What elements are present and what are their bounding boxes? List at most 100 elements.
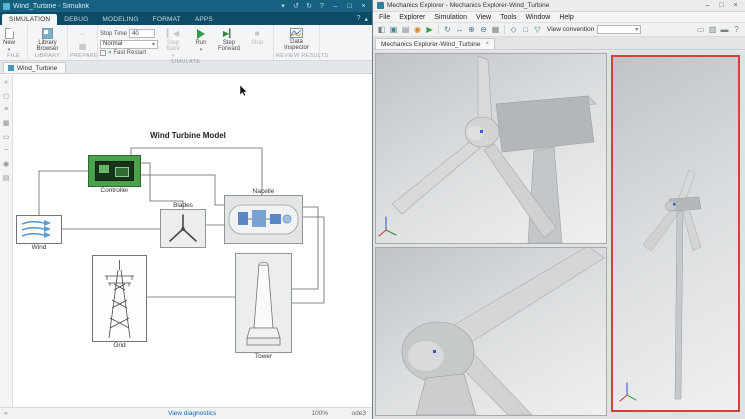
- tab-format[interactable]: FORMAT: [146, 14, 188, 26]
- viewport-pane-front[interactable]: [375, 53, 607, 244]
- step-forward-button[interactable]: ▶▎ Step Forward: [216, 27, 242, 52]
- explorer-toolbar: ◧ ▣ ▤ ◉ ▶ ↻ ↔ ⊕ ⊖ ▦ ◇ □ ▽ View conventio…: [373, 23, 745, 37]
- block-wind[interactable]: Wind: [16, 215, 62, 244]
- play-icon[interactable]: ▶: [424, 23, 435, 36]
- collapse-browser-icon[interactable]: «: [4, 79, 8, 86]
- model-icon: [8, 65, 14, 71]
- zoom-tool-icon[interactable]: ◻: [3, 92, 9, 100]
- menu-file[interactable]: File: [379, 14, 390, 21]
- axis-triad: [379, 217, 396, 236]
- library-browser-button[interactable]: Library Browser: [30, 27, 65, 52]
- group-label-review-results: REVIEW RESULTS: [276, 53, 317, 60]
- status-collapse-icon[interactable]: «: [4, 410, 8, 417]
- step-forward-label: Step Forward: [216, 40, 242, 52]
- minimize-button[interactable]: –: [330, 3, 341, 10]
- undo-icon[interactable]: ↺: [291, 2, 301, 10]
- image-tool-icon[interactable]: ▦: [3, 119, 10, 127]
- viewer-help-icon[interactable]: ?: [731, 23, 742, 36]
- stop-button[interactable]: ■ Stop: [244, 27, 270, 46]
- model-canvas[interactable]: Wind Turbine Model Controller Blades: [13, 75, 372, 407]
- viewport-3d: [373, 51, 745, 419]
- viewport-pane-closeup[interactable]: [375, 247, 607, 416]
- ribbon-group-review: Data Inspector REVIEW RESULTS: [274, 25, 320, 60]
- top-view-icon[interactable]: ▽: [532, 23, 543, 36]
- block-controller[interactable]: Controller: [88, 155, 141, 187]
- minimize-button[interactable]: –: [702, 2, 713, 9]
- zoom-out-icon[interactable]: ⊖: [478, 23, 489, 36]
- camera-icon[interactable]: ◉: [412, 23, 423, 36]
- area-tool-icon[interactable]: ▭: [3, 133, 10, 141]
- close-button[interactable]: ×: [358, 3, 369, 10]
- explorer-panel-icon[interactable]: ◧: [376, 23, 387, 36]
- simulink-window: Wind_Turbine - Simulink ▾ ↺ ↻ ? – □ × SI…: [0, 0, 372, 419]
- block-label: Tower: [236, 353, 291, 360]
- print-icon[interactable]: ▤: [400, 23, 411, 36]
- tab-simulation[interactable]: SIMULATION: [2, 14, 57, 26]
- viewport-pane-side-selected[interactable]: [611, 55, 740, 412]
- menu-view[interactable]: View: [476, 14, 491, 21]
- solver-name[interactable]: ode3: [352, 410, 366, 417]
- signal-tool-icon[interactable]: ~: [4, 147, 8, 154]
- menu-explorer[interactable]: Explorer: [399, 14, 425, 21]
- search-icon[interactable]: ?: [357, 15, 361, 23]
- annotation-tool-icon[interactable]: ≡: [4, 106, 8, 113]
- split-pane-layout-icon[interactable]: ▬: [719, 23, 730, 36]
- step-back-button[interactable]: ▎◀ Step Back ▾: [160, 27, 186, 59]
- zoom-in-icon[interactable]: ⊕: [466, 23, 477, 36]
- quad-pane-layout-icon[interactable]: ▥: [707, 23, 718, 36]
- menu-tools[interactable]: Tools: [500, 14, 516, 21]
- viewer-tool-icon[interactable]: ◉: [3, 160, 9, 168]
- tab-debug[interactable]: DEBUG: [57, 14, 95, 26]
- single-pane-layout-icon[interactable]: ▭: [695, 23, 706, 36]
- block-blades[interactable]: Blades: [160, 209, 206, 248]
- group-label-library: LIBRARY: [30, 53, 65, 60]
- view-diagnostics-link[interactable]: View diagnostics: [168, 410, 216, 417]
- wind-arrows-icon: [17, 216, 61, 243]
- signal-table-icon[interactable]: ▦: [79, 42, 87, 51]
- new-button[interactable]: New ▾: [2, 27, 16, 53]
- group-label-file: FILE: [2, 53, 25, 60]
- tab-modeling[interactable]: MODELING: [95, 14, 145, 26]
- fast-restart-checkbox[interactable]: [100, 50, 106, 56]
- redo-icon[interactable]: ↻: [304, 2, 314, 10]
- quick-access-dropdown-icon[interactable]: ▾: [278, 2, 288, 10]
- ribbon-group-file: New ▾ FILE: [0, 25, 28, 60]
- document-tab[interactable]: Wind_Turbine: [3, 62, 66, 73]
- maximize-button[interactable]: □: [716, 2, 727, 9]
- block-tower[interactable]: Tower: [235, 253, 292, 353]
- front-view-icon[interactable]: □: [520, 23, 531, 36]
- simulink-statusbar: « View diagnostics 100% ode3: [0, 407, 372, 419]
- block-grid[interactable]: Grid: [92, 255, 147, 342]
- data-inspector-button[interactable]: Data Inspector: [276, 27, 317, 51]
- fit-to-view-icon[interactable]: ▦: [490, 23, 501, 36]
- tab-apps[interactable]: APPS: [188, 14, 220, 26]
- stop-time-input[interactable]: 40: [129, 29, 155, 38]
- maximize-button[interactable]: □: [344, 3, 355, 10]
- menu-help[interactable]: Help: [559, 14, 573, 21]
- controller-chip-icon: [95, 161, 134, 181]
- menu-window[interactable]: Window: [525, 14, 550, 21]
- explorer-document-tab[interactable]: Mechanics Explorer-Wind_Turbine ×: [375, 38, 495, 49]
- block-nacelle[interactable]: Nacelle: [224, 195, 303, 244]
- ribbon-group-simulate: Stop Time 40 Normal ▾ » Fast: [98, 25, 274, 60]
- ribbon-collapse-icon[interactable]: ▴: [364, 15, 368, 23]
- run-button[interactable]: Run ▾: [188, 27, 214, 53]
- ribbon: New ▾ FILE Library Browser LIBRARY ~: [0, 25, 372, 61]
- close-button[interactable]: ×: [730, 2, 741, 9]
- mouse-cursor: [240, 85, 248, 97]
- table-tool-icon[interactable]: ▤: [3, 174, 10, 182]
- simulation-mode-select[interactable]: Normal ▾: [100, 40, 158, 49]
- rotate-view-icon[interactable]: ↻: [442, 23, 453, 36]
- ribbon-group-prepare: ~ ▦ PREPARE: [68, 25, 98, 60]
- toolbar-separator: [438, 25, 439, 34]
- menu-simulation[interactable]: Simulation: [434, 14, 467, 21]
- pan-view-icon[interactable]: ↔: [454, 23, 465, 36]
- tab-close-icon[interactable]: ×: [485, 41, 489, 47]
- save-icon[interactable]: ▣: [388, 23, 399, 36]
- library-browser-label: Library Browser: [31, 40, 64, 52]
- isometric-view-icon[interactable]: ◇: [508, 23, 519, 36]
- log-signals-icon[interactable]: ~: [80, 30, 85, 39]
- view-convention-select[interactable]: ▾: [597, 25, 641, 34]
- palette-sidebar: « ◻ ≡ ▦ ▭ ~ ◉ ▤: [0, 75, 13, 407]
- help-icon[interactable]: ?: [317, 3, 327, 10]
